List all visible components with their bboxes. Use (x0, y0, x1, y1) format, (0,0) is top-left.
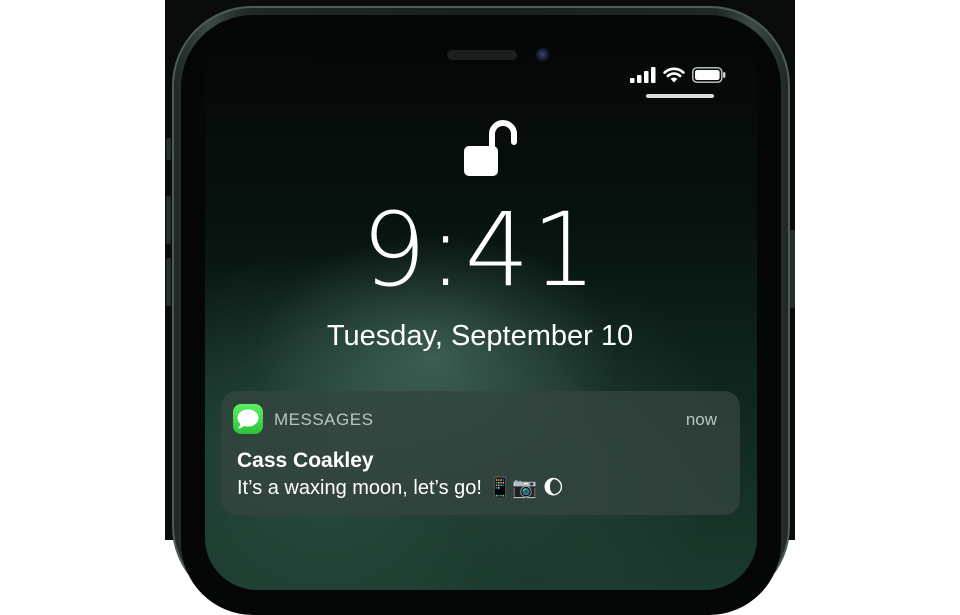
notification-app-name: MESSAGES (274, 410, 374, 429)
lock-screen-time: 9:41 (361, 191, 599, 310)
notification-sender: Cass Coakley (237, 449, 374, 472)
notification-timestamp: now (685, 410, 717, 429)
earpiece-speaker (447, 50, 517, 60)
front-camera (536, 48, 550, 62)
lock-screen-date: Tuesday, September 10 (326, 320, 634, 352)
notch (304, 30, 532, 66)
status-bar (630, 66, 726, 84)
unlocked-padlock-icon (464, 120, 517, 176)
messages-app-icon (233, 404, 263, 434)
silent-switch (166, 138, 171, 160)
cellular-signal-icon (630, 67, 656, 83)
notification-message: It’s a waxing moon, let’s go! 📱📷 🌔 (237, 477, 564, 499)
wifi-icon (663, 67, 685, 83)
control-center-indicator[interactable] (646, 94, 714, 98)
battery-icon (692, 67, 726, 83)
